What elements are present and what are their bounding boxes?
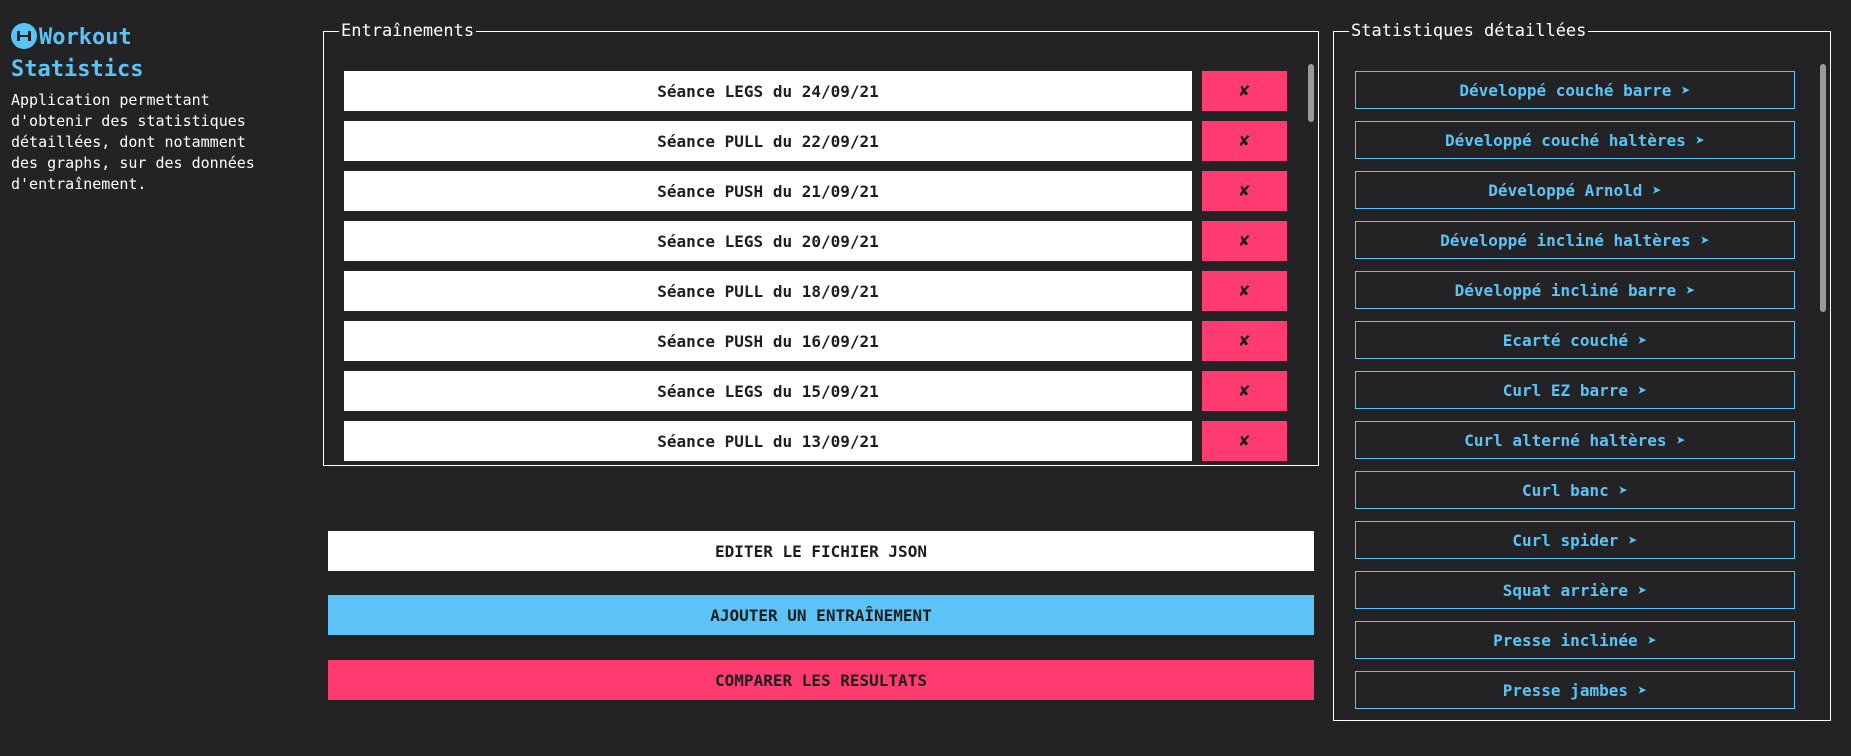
stats-scrollbar[interactable]	[1820, 64, 1826, 312]
stats-panel-legend: Statistiques détaillées	[1351, 21, 1587, 41]
delete-workout-button[interactable]: ✘	[1202, 221, 1287, 261]
stat-exercise-button[interactable]: Presse jambes ➤	[1355, 671, 1795, 709]
delete-workout-button[interactable]: ✘	[1202, 371, 1287, 411]
delete-workout-button[interactable]: ✘	[1202, 121, 1287, 161]
workouts-scrollbar[interactable]	[1308, 64, 1314, 122]
workouts-list[interactable]: Séance LEGS du 24/09/21 ✘ Séance PULL du 2…	[324, 60, 1318, 465]
compare-results-button[interactable]: COMPARER LES RESULTATS	[328, 660, 1314, 700]
delete-workout-button[interactable]: ✘	[1202, 421, 1287, 461]
dumbbell-icon	[11, 23, 37, 49]
stat-exercise-button[interactable]: Développé incliné haltères ➤	[1355, 221, 1795, 259]
stat-exercise-button[interactable]: Curl EZ barre ➤	[1355, 371, 1795, 409]
stats-list[interactable]: Développé couché barre ➤ Développé couché…	[1334, 60, 1830, 720]
sidebar: Workout Statistics Application permettan…	[11, 22, 271, 195]
add-workout-button[interactable]: AJOUTER UN ENTRAÎNEMENT	[328, 595, 1314, 635]
stat-exercise-button[interactable]: Développé incliné barre ➤	[1355, 271, 1795, 309]
workout-item-button[interactable]: Séance PUSH du 16/09/21	[344, 321, 1192, 361]
workout-item-button[interactable]: Séance PULL du 13/09/21	[344, 421, 1192, 461]
delete-workout-button[interactable]: ✘	[1202, 71, 1287, 111]
stat-exercise-button[interactable]: Curl banc ➤	[1355, 471, 1795, 509]
workouts-panel: Entraînements Séance LEGS du 24/09/21 ✘ Sé…	[323, 22, 1319, 466]
workout-item-button[interactable]: Séance PULL du 22/09/21	[344, 121, 1192, 161]
workout-item-button[interactable]: Séance PUSH du 21/09/21	[344, 171, 1192, 211]
stat-exercise-button[interactable]: Développé Arnold ➤	[1355, 171, 1795, 209]
workouts-panel-legend: Entraînements	[341, 21, 475, 41]
delete-workout-button[interactable]: ✘	[1202, 171, 1287, 211]
app-description: Application permettant d'obtenir des sta…	[11, 91, 255, 193]
delete-workout-button[interactable]: ✘	[1202, 271, 1287, 311]
delete-workout-button[interactable]: ✘	[1202, 321, 1287, 361]
stat-exercise-button[interactable]: Développé couché haltères ➤	[1355, 121, 1795, 159]
stat-exercise-button[interactable]: Presse inclinée ➤	[1355, 621, 1795, 659]
app-title: Workout Statistics	[11, 23, 144, 82]
stat-exercise-button[interactable]: Curl spider ➤	[1355, 521, 1795, 559]
workout-item-button[interactable]: Séance LEGS du 15/09/21	[344, 371, 1192, 411]
stat-exercise-button[interactable]: Curl alterné haltères ➤	[1355, 421, 1795, 459]
workout-item-button[interactable]: Séance PULL du 18/09/21	[344, 271, 1192, 311]
stat-exercise-button[interactable]: Ecarté couché ➤	[1355, 321, 1795, 359]
stat-exercise-button[interactable]: Développé couché barre ➤	[1355, 71, 1795, 109]
workout-item-button[interactable]: Séance LEGS du 20/09/21	[344, 221, 1192, 261]
edit-json-button[interactable]: EDITER LE FICHIER JSON	[328, 531, 1314, 571]
stat-exercise-button[interactable]: Squat arrière ➤	[1355, 571, 1795, 609]
workout-item-button[interactable]: Séance LEGS du 24/09/21	[344, 71, 1192, 111]
stats-panel: Statistiques détaillées Développé couché…	[1333, 22, 1831, 721]
